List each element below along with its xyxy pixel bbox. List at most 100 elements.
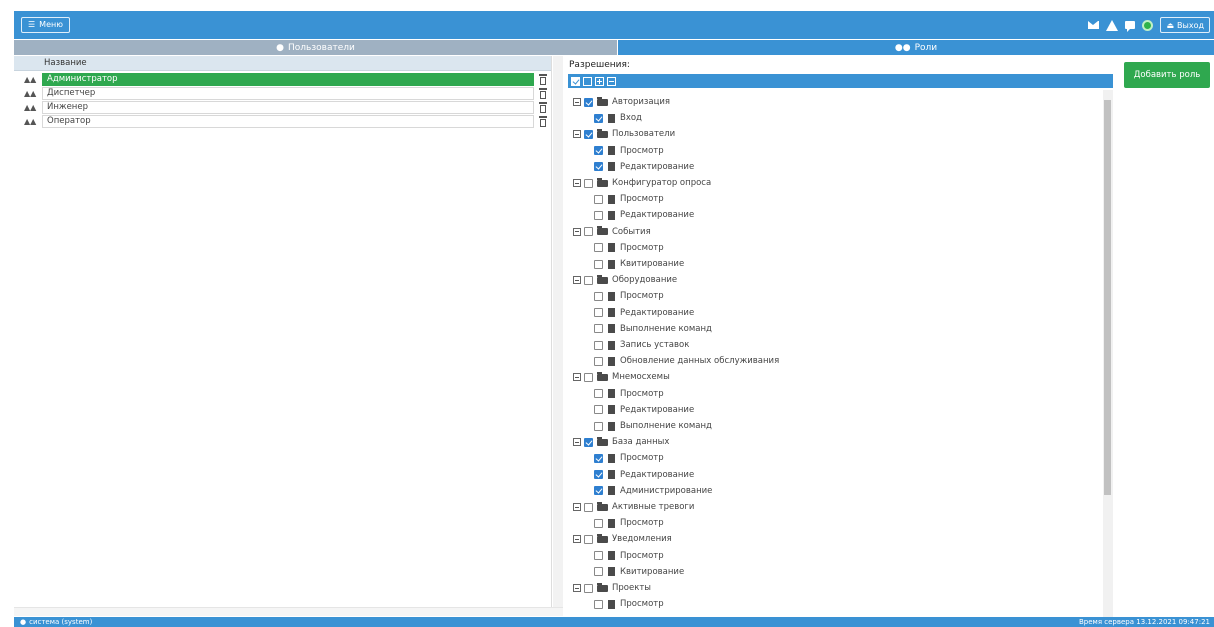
envelope-icon[interactable] (1088, 21, 1100, 29)
tree-item[interactable]: Просмотр (594, 240, 664, 256)
permission-checkbox[interactable] (594, 194, 603, 204)
permission-checkbox[interactable] (594, 405, 603, 415)
chat-icon[interactable] (1125, 21, 1136, 32)
group-checkbox[interactable] (584, 534, 593, 544)
uncheck-all-button[interactable] (583, 76, 592, 86)
permission-checkbox[interactable] (594, 162, 603, 172)
group-checkbox[interactable] (584, 437, 593, 447)
group-checkbox[interactable] (584, 227, 593, 237)
menu-button[interactable]: ☰ Меню (21, 17, 70, 33)
tree-group[interactable]: События (573, 224, 651, 240)
trash-icon[interactable] (539, 102, 547, 113)
permission-checkbox[interactable] (594, 113, 603, 123)
permission-checkbox[interactable] (594, 518, 603, 528)
collapse-icon[interactable] (573, 98, 581, 106)
tree-item[interactable]: Редактирование (594, 207, 694, 223)
trash-icon[interactable] (539, 116, 547, 127)
tree-item[interactable]: Вход (594, 110, 642, 126)
permission-checkbox[interactable] (594, 486, 603, 496)
tree-scrollbar[interactable] (1103, 90, 1113, 617)
tree-item[interactable]: Квитирование (594, 256, 684, 272)
role-name[interactable]: Диспетчер (42, 87, 534, 100)
role-name[interactable]: Оператор (42, 115, 534, 128)
trash-icon[interactable] (539, 88, 547, 99)
collapse-icon[interactable] (573, 503, 581, 511)
collapse-all-button[interactable] (607, 76, 616, 86)
add-role-button[interactable]: Добавить роль (1124, 62, 1210, 88)
permission-checkbox[interactable] (594, 308, 603, 318)
permission-checkbox[interactable] (594, 389, 603, 399)
logout-button[interactable]: ⏏ Выход (1160, 17, 1210, 33)
grid-horizontal-scrollbar[interactable] (14, 607, 563, 616)
tree-item[interactable]: Редактирование (594, 402, 694, 418)
tree-group[interactable]: Проекты (573, 580, 651, 596)
tree-item[interactable]: Запись уставок (594, 337, 689, 353)
role-name[interactable]: Администратор (42, 73, 534, 86)
tree-group[interactable]: Конфигуратор опроса (573, 175, 711, 191)
tree-item[interactable]: Просмотр (594, 191, 664, 207)
table-row[interactable]: ▲▲ Диспетчер (14, 87, 551, 100)
trash-icon[interactable] (539, 74, 547, 85)
group-checkbox[interactable] (584, 178, 593, 188)
column-header-name[interactable]: Название (44, 58, 87, 68)
tree-scrollbar-thumb[interactable] (1104, 100, 1111, 495)
tree-item[interactable]: Просмотр (594, 288, 664, 304)
group-checkbox[interactable] (584, 97, 593, 107)
permission-checkbox[interactable] (594, 291, 603, 301)
permission-checkbox[interactable] (594, 567, 603, 577)
collapse-icon[interactable] (573, 130, 581, 139)
collapse-icon[interactable] (573, 179, 581, 187)
permission-checkbox[interactable] (594, 243, 603, 253)
table-row[interactable]: ▲▲ Инженер (14, 101, 551, 114)
tree-item[interactable]: Просмотр (594, 386, 664, 402)
tree-item[interactable]: Редактирование (594, 467, 694, 483)
tree-item[interactable]: Просмотр (594, 450, 664, 466)
tree-item[interactable]: Редактирование (594, 159, 694, 175)
expand-all-button[interactable] (595, 76, 604, 86)
tree-group[interactable]: Мнемосхемы (573, 369, 670, 385)
tree-item[interactable]: Редактирование (594, 305, 694, 321)
table-row[interactable]: ▲▲ Администратор (14, 73, 551, 86)
permission-checkbox[interactable] (594, 470, 603, 480)
tree-group[interactable]: Уведомления (573, 531, 672, 547)
tree-item[interactable]: Квитирование (594, 564, 684, 580)
collapse-icon[interactable] (573, 438, 581, 447)
tree-group[interactable]: Оборудование (573, 272, 677, 288)
collapse-icon[interactable] (573, 535, 581, 544)
tree-group[interactable]: Авторизация (573, 94, 670, 110)
permission-checkbox[interactable] (594, 453, 603, 463)
tree-item[interactable]: Просмотр (594, 548, 664, 564)
permission-checkbox[interactable] (594, 324, 603, 334)
table-row[interactable]: ▲▲ Оператор (14, 115, 551, 128)
tree-item[interactable]: Выполнение команд (594, 321, 712, 337)
permission-checkbox[interactable] (594, 551, 603, 561)
status-indicator-icon[interactable] (1142, 19, 1154, 31)
tree-item[interactable]: Просмотр (594, 143, 664, 159)
collapse-icon[interactable] (573, 373, 581, 382)
permission-checkbox[interactable] (594, 146, 603, 156)
role-name[interactable]: Инженер (42, 101, 534, 114)
permission-checkbox[interactable] (594, 340, 603, 350)
collapse-icon[interactable] (573, 227, 581, 236)
permission-checkbox[interactable] (594, 599, 603, 609)
tree-group[interactable]: Активные тревоги (573, 499, 694, 515)
collapse-icon[interactable] (573, 584, 581, 592)
permission-checkbox[interactable] (594, 259, 603, 269)
group-checkbox[interactable] (584, 129, 593, 139)
tree-item[interactable]: Выполнение команд (594, 418, 712, 434)
tab-roles[interactable]: ●● Роли (618, 40, 1214, 55)
grid-vertical-scrollbar[interactable] (553, 56, 563, 616)
group-checkbox[interactable] (584, 583, 593, 593)
tree-item[interactable]: Просмотр (594, 596, 664, 612)
check-all-button[interactable] (571, 76, 580, 86)
tree-group[interactable]: База данных (573, 434, 669, 450)
group-checkbox[interactable] (584, 502, 593, 512)
tree-group[interactable]: Пользователи (573, 126, 675, 142)
warning-icon[interactable] (1106, 19, 1119, 31)
group-checkbox[interactable] (584, 372, 593, 382)
tab-users[interactable]: ● Пользователи (14, 40, 617, 55)
group-checkbox[interactable] (584, 275, 593, 285)
tree-item[interactable]: Администрирование (594, 483, 712, 499)
permission-checkbox[interactable] (594, 421, 603, 431)
permission-checkbox[interactable] (594, 356, 603, 366)
